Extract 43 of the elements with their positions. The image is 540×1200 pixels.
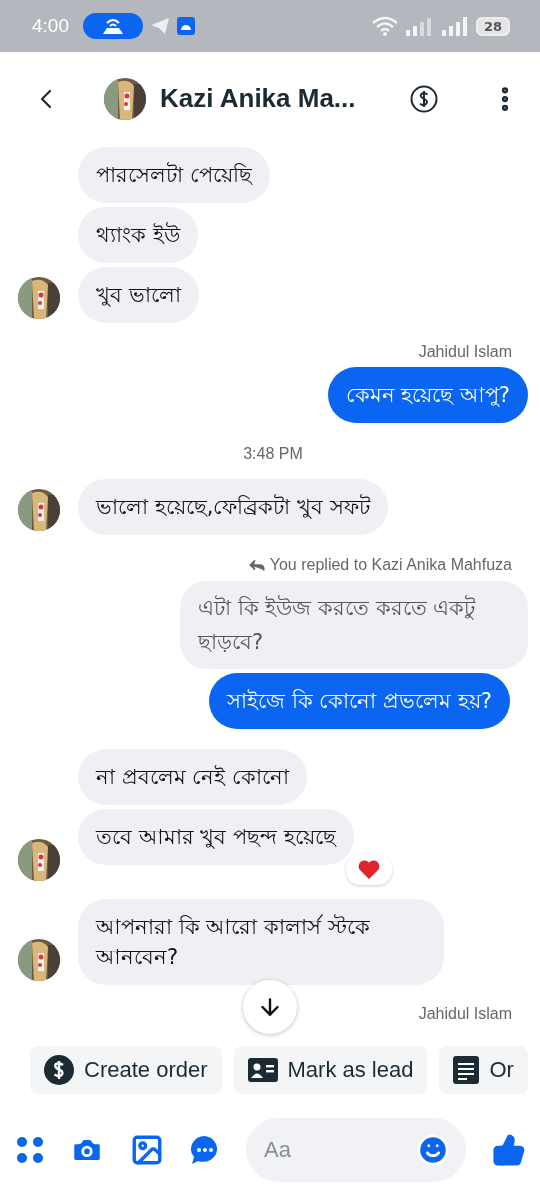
message-field[interactable]: Aa <box>246 1118 466 1182</box>
document-icon <box>453 1056 480 1084</box>
quick-action-chip[interactable]: Or <box>439 1046 528 1094</box>
apps-icon[interactable] <box>16 1136 44 1164</box>
contact-avatar <box>18 939 60 981</box>
contact-avatar <box>18 277 60 319</box>
battery-level: 28 <box>475 16 510 36</box>
message-bubble[interactable]: থ্যাংক ইউ <box>78 207 198 263</box>
hotspot-icon <box>83 13 143 39</box>
contact-avatar <box>104 77 146 120</box>
contact-name[interactable]: Kazi Anika Ma... <box>160 83 410 114</box>
send-icon <box>151 18 169 34</box>
message-bubble[interactable]: খুব ভালো <box>78 267 199 323</box>
contact-avatar <box>18 839 60 881</box>
sender-name: Jahidul Islam <box>418 1005 512 1023</box>
gallery-icon[interactable] <box>130 1133 164 1167</box>
chat-bubble-icon[interactable] <box>190 1135 220 1165</box>
contact-card-icon <box>247 1058 278 1082</box>
quick-action-chip[interactable]: Create order <box>30 1046 222 1094</box>
timestamp: 3:48 PM <box>243 445 303 463</box>
status-time: 4:00 <box>32 15 69 37</box>
message-bubble[interactable]: আপনারা কি আরো কালার্স স্টকে আনবেন? <box>78 899 444 985</box>
message-bubble[interactable]: সাইজে কি কোনো প্রভলেম হয়? <box>209 673 510 729</box>
signal-icon <box>405 16 434 36</box>
signal-icon <box>441 16 468 36</box>
emoji-icon[interactable] <box>416 1133 450 1167</box>
reply-label: You replied to Kazi Anika Mahfuza <box>269 556 512 574</box>
scroll-down-button[interactable] <box>243 980 297 1034</box>
dollar-icon <box>44 1055 74 1085</box>
quoted-message[interactable]: এটা কি ইউজ করতে করতে একটু ছাড়বে? <box>180 581 528 669</box>
wifi-icon <box>371 16 398 36</box>
message-bubble[interactable]: পারসেলটা পেয়েছি <box>78 147 270 203</box>
sender-name: Jahidul Islam <box>418 343 512 361</box>
android-icon <box>177 17 195 35</box>
message-bubble[interactable]: না প্রবলেম নেই কোনো <box>78 749 308 805</box>
heart-reaction-icon <box>345 855 392 885</box>
quick-action-chip[interactable]: Mark as lead <box>233 1046 428 1094</box>
dollar-icon[interactable] <box>410 84 438 113</box>
message-bubble[interactable]: কেমন হয়েছে আপু? <box>327 367 528 423</box>
message-bubble[interactable]: তবে আমার খুব পছন্দ হয়েছে <box>78 809 354 865</box>
like-icon[interactable] <box>492 1133 526 1167</box>
contact-avatar <box>18 489 60 531</box>
message-bubble[interactable]: ভালো হয়েছে,ফেব্রিকটা খুব সফট <box>78 479 388 535</box>
